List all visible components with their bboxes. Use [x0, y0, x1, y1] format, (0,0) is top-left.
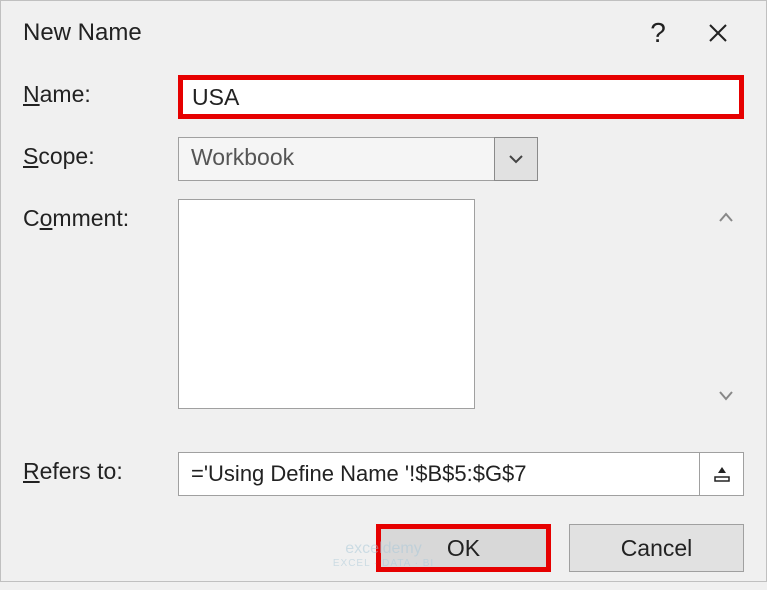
chevron-down-icon: [508, 154, 524, 164]
close-button[interactable]: [688, 13, 748, 53]
scope-row: Scope: Workbook: [23, 137, 744, 181]
collapse-icon: [713, 465, 731, 483]
scope-dropdown-button[interactable]: [494, 137, 538, 181]
ok-button[interactable]: OK: [376, 524, 551, 572]
scroll-up-icon[interactable]: [714, 205, 738, 229]
scope-select[interactable]: Workbook: [178, 137, 538, 181]
refers-label: Refers to:: [23, 452, 178, 485]
help-icon: ?: [650, 17, 666, 49]
scroll-down-icon[interactable]: [714, 384, 738, 408]
scope-label: Scope:: [23, 137, 178, 170]
help-button[interactable]: ?: [628, 13, 688, 53]
button-row: OK Cancel: [1, 514, 766, 590]
comment-row: Comment:: [23, 199, 744, 414]
new-name-dialog: New Name ? Name: Scope: Workbook: [0, 0, 767, 582]
cancel-button[interactable]: Cancel: [569, 524, 744, 572]
name-label: Name:: [23, 75, 178, 108]
titlebar: New Name ?: [1, 1, 766, 63]
refers-input[interactable]: [178, 452, 700, 496]
close-icon: [708, 23, 728, 43]
refers-field-wrap: [178, 452, 744, 496]
collapse-dialog-button[interactable]: [700, 452, 744, 496]
scope-value: Workbook: [178, 137, 494, 181]
name-input[interactable]: [178, 75, 744, 119]
refers-row: Refers to:: [23, 452, 744, 496]
name-row: Name:: [23, 75, 744, 119]
name-field-wrap: [178, 75, 744, 119]
dialog-content: Name: Scope: Workbook Comment:: [1, 63, 766, 514]
comment-label: Comment:: [23, 199, 178, 232]
dialog-title: New Name: [23, 19, 628, 47]
comment-textarea[interactable]: [178, 199, 475, 409]
comment-wrap: [178, 199, 744, 414]
